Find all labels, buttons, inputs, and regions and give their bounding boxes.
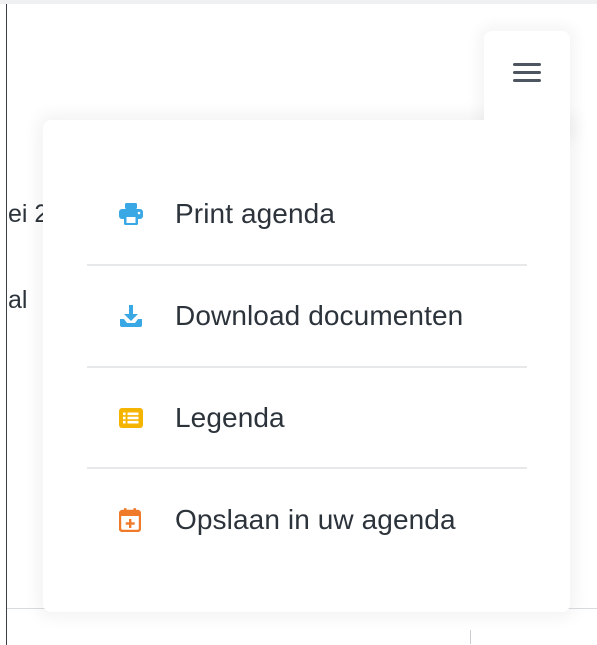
left-border-line xyxy=(6,4,7,645)
menu-divider xyxy=(87,467,527,469)
menu-item-legenda[interactable]: Legenda xyxy=(87,368,527,468)
menu-item-print-agenda[interactable]: Print agenda xyxy=(87,164,527,264)
list-icon xyxy=(119,405,153,431)
top-strip xyxy=(0,0,597,4)
printer-icon xyxy=(119,201,153,227)
actions-dropdown: Print agenda Download documenten Legenda… xyxy=(43,120,570,612)
calendar-plus-icon xyxy=(119,507,153,533)
menu-item-label: Legenda xyxy=(175,402,285,433)
hamburger-bar xyxy=(513,71,541,74)
menu-item-label: Opslaan in uw agenda xyxy=(175,504,456,535)
download-icon xyxy=(119,303,153,329)
menu-item-label: Download documenten xyxy=(175,300,464,331)
hamburger-bar xyxy=(513,63,541,66)
hamburger-menu-icon[interactable] xyxy=(513,62,541,84)
menu-tab-joiner xyxy=(484,100,570,140)
menu-item-label: Print agenda xyxy=(175,198,335,229)
background-text-fragment: al xyxy=(8,286,28,314)
menu-item-download-documenten[interactable]: Download documenten xyxy=(87,266,527,366)
hamburger-bar xyxy=(513,79,541,82)
background-tick xyxy=(470,630,471,644)
menu-item-opslaan-in-uw-agenda[interactable]: Opslaan in uw agenda xyxy=(87,470,527,570)
